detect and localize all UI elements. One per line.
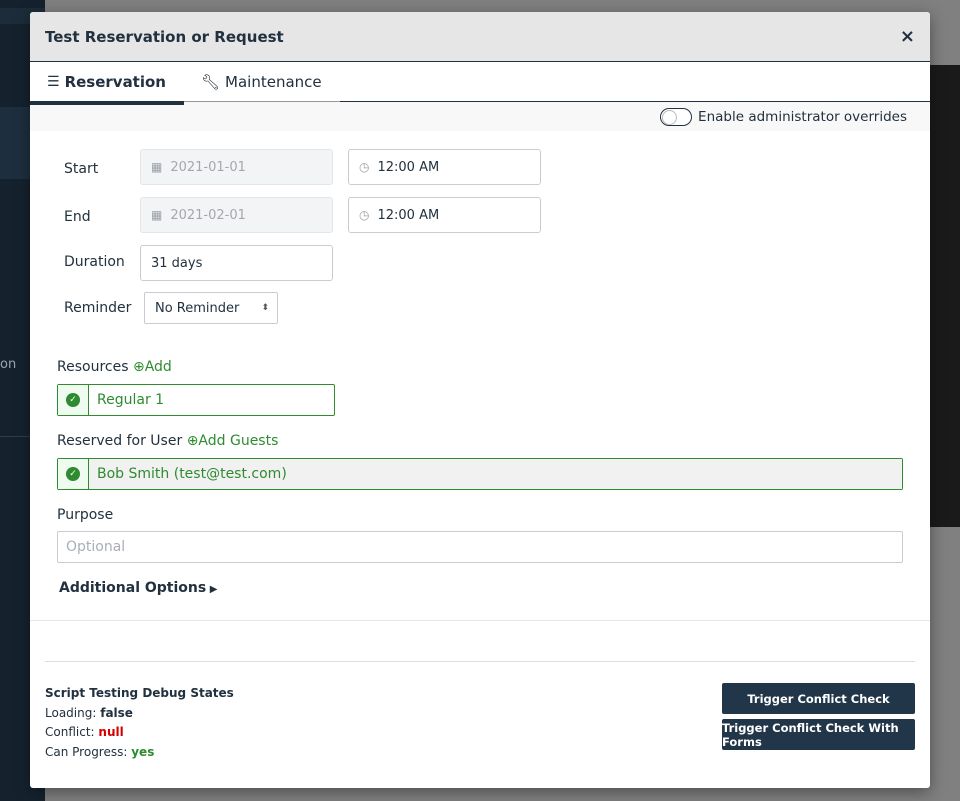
add-resource-link[interactable]: ⊕Add	[133, 359, 172, 375]
debug-progress: Can Progress: yes	[45, 743, 234, 763]
tab-maintenance[interactable]: 🔧︎ Maintenance	[183, 62, 340, 102]
admin-override-row: Enable administrator overrides	[30, 102, 930, 131]
debug-conflict: Conflict: null	[45, 723, 234, 743]
sidebar-text: on	[0, 357, 17, 372]
plus-circle-icon: ⊕	[186, 433, 199, 449]
clock-icon: ◷	[359, 208, 370, 222]
reminder-label: Reminder	[64, 300, 132, 316]
end-label: End	[64, 209, 91, 225]
tab-label: Reservation	[64, 72, 166, 91]
reminder-select[interactable]: No Reminder ⬍	[144, 292, 278, 324]
end-time-value: 12:00 AM	[377, 207, 440, 223]
start-time-input[interactable]: ◷ 12:00 AM	[348, 149, 541, 185]
reservation-modal: Test Reservation or Request × ☰ Reservat…	[30, 12, 930, 788]
resource-name: Regular 1	[97, 392, 165, 408]
start-date-input[interactable]: ▦ 2021-01-01	[140, 149, 333, 185]
debug-loading: Loading: false	[45, 704, 234, 724]
plus-circle-icon: ⊕	[132, 359, 145, 375]
admin-override-toggle[interactable]	[660, 107, 693, 126]
list-check-icon: ☰	[47, 73, 60, 90]
loading-value: false	[100, 705, 133, 720]
reserved-for-label: Reserved for User ⊕Add Guests	[57, 433, 278, 449]
tab-label: Maintenance	[225, 72, 322, 91]
reserved-user-name: Bob Smith (test@test.com)	[89, 459, 902, 489]
trigger-conflict-check-button[interactable]: Trigger Conflict Check	[722, 683, 915, 714]
debug-title: Script Testing Debug States	[45, 686, 234, 700]
wrench-icon: 🔧︎	[200, 72, 221, 91]
start-date-value: 2021-01-01	[170, 159, 246, 175]
start-time-value: 12:00 AM	[377, 159, 440, 175]
clock-icon: ◷	[359, 160, 370, 174]
duration-input[interactable]: 31 days	[140, 245, 333, 281]
progress-value: yes	[131, 744, 155, 759]
progress-label: Can Progress:	[45, 744, 128, 759]
duration-label: Duration	[64, 254, 125, 270]
resources-label: Resources ⊕Add	[57, 359, 172, 375]
trigger-conflict-check-forms-button[interactable]: Trigger Conflict Check With Forms	[722, 719, 915, 750]
end-date-input[interactable]: ▦ 2021-02-01	[140, 197, 333, 233]
tab-bar: ☰ Reservation 🔧︎ Maintenance	[30, 62, 930, 105]
resources-label-text: Resources	[57, 359, 129, 375]
purpose-label: Purpose	[57, 507, 114, 523]
additional-options-toggle[interactable]: Additional Options ▶	[59, 580, 217, 596]
reminder-value: No Reminder	[155, 300, 240, 316]
add-guests-link[interactable]: ⊕Add Guests	[187, 433, 279, 449]
modal-header: Test Reservation or Request ×	[30, 12, 930, 62]
debug-divider	[45, 661, 915, 662]
end-time-input[interactable]: ◷ 12:00 AM	[348, 197, 541, 233]
additional-options-label: Additional Options	[59, 580, 207, 596]
close-icon[interactable]: ×	[900, 26, 915, 47]
duration-value: 31 days	[151, 255, 203, 271]
footer-divider	[30, 620, 930, 621]
calendar-icon: ▦	[151, 160, 163, 174]
purpose-textarea[interactable]: Optional	[57, 531, 903, 563]
start-label: Start	[64, 161, 99, 177]
check-circle-icon: ✓	[58, 459, 89, 489]
debug-panel: Script Testing Debug States Loading: fal…	[45, 684, 234, 762]
add-guests-label: Add Guests	[198, 433, 279, 449]
end-date-value: 2021-02-01	[170, 207, 246, 223]
background-panel	[930, 65, 960, 527]
admin-override-label: Enable administrator overrides	[698, 108, 907, 125]
conflict-value: null	[98, 725, 124, 739]
sort-icon: ⬍	[261, 303, 269, 313]
reserved-for-label-text: Reserved for User	[57, 433, 183, 449]
conflict-label: Conflict:	[45, 725, 95, 739]
resource-item[interactable]: ✓ Regular 1	[57, 384, 335, 416]
add-label: Add	[144, 359, 172, 375]
modal-title: Test Reservation or Request	[45, 27, 284, 46]
reserved-user[interactable]: ✓ Bob Smith (test@test.com)	[57, 458, 903, 490]
tab-reservation[interactable]: ☰ Reservation	[30, 62, 184, 105]
check-circle-icon: ✓	[58, 385, 89, 415]
calendar-icon: ▦	[151, 208, 163, 222]
loading-label: Loading:	[45, 705, 97, 720]
caret-right-icon: ▶	[206, 584, 218, 595]
